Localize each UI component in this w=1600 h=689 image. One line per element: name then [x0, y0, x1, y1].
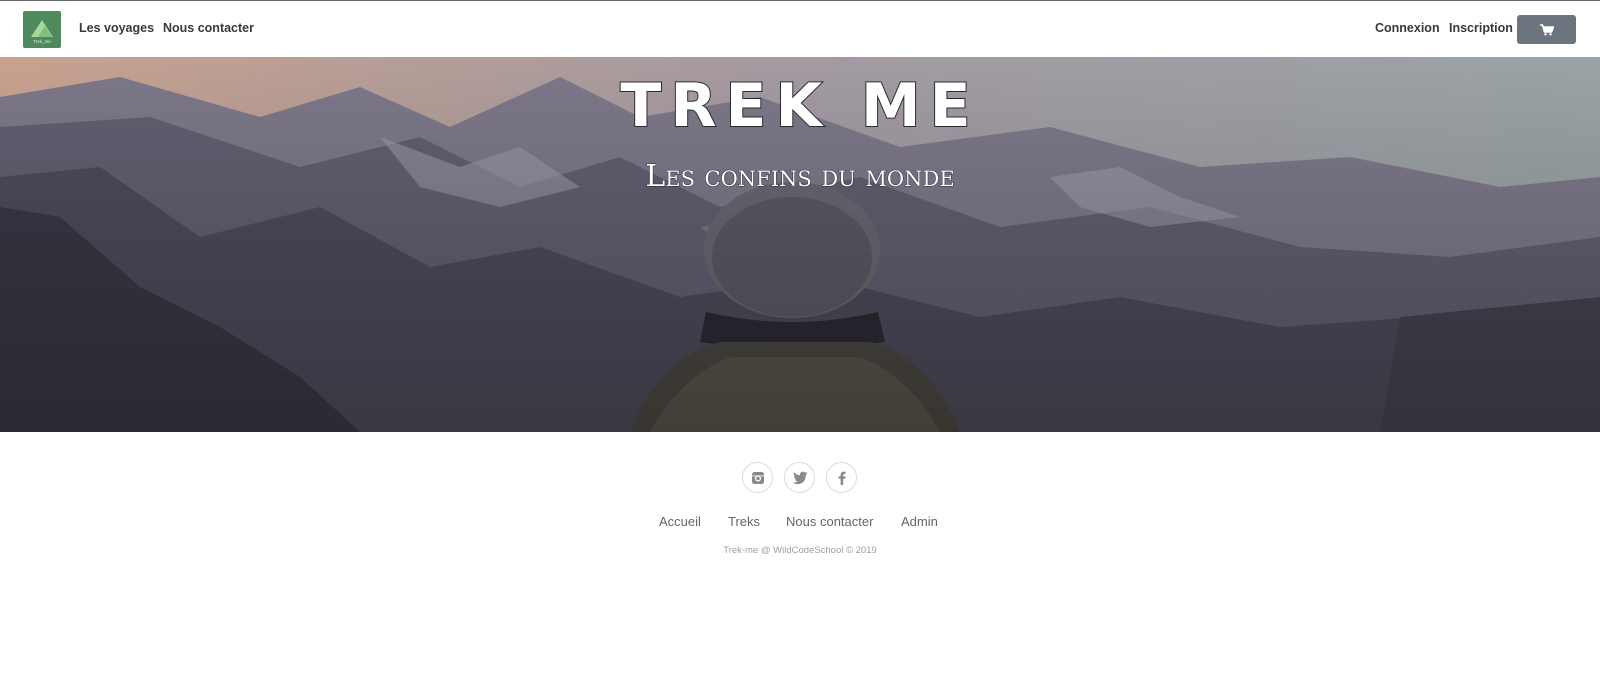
footer-link-treks[interactable]: Treks	[728, 514, 760, 529]
cart-button[interactable]	[1517, 15, 1576, 44]
mountain-logo-icon: Trek_me	[31, 20, 53, 44]
logo[interactable]: Trek_me	[23, 11, 61, 48]
nav-link-contact[interactable]: Nous contacter	[163, 21, 254, 35]
facebook-icon	[838, 471, 846, 485]
cart-icon	[1539, 23, 1554, 35]
twitter-button[interactable]	[784, 462, 815, 493]
navbar: Trek_me Les voyages Nous contacter Conne…	[0, 1, 1600, 57]
logo-text: Trek_me	[33, 39, 51, 44]
nav-link-inscription[interactable]: Inscription	[1449, 21, 1513, 35]
copyright-text: Trek-me @ WildCodeSchool © 2019	[723, 545, 877, 556]
facebook-button[interactable]	[826, 462, 857, 493]
footer-link-admin[interactable]: Admin	[901, 514, 938, 529]
nav-link-connexion[interactable]: Connexion	[1375, 21, 1440, 35]
instagram-button[interactable]	[742, 462, 773, 493]
instagram-icon	[751, 471, 764, 484]
twitter-icon	[792, 471, 807, 484]
hero-subtitle: Les confins du monde	[645, 159, 955, 195]
hero-title: TREK ME	[619, 70, 980, 142]
footer-link-contact[interactable]: Nous contacter	[786, 514, 873, 529]
footer-link-accueil[interactable]: Accueil	[659, 514, 701, 529]
hero-banner: TREK ME Les confins du monde	[0, 57, 1600, 432]
nav-link-voyages[interactable]: Les voyages	[79, 21, 154, 35]
